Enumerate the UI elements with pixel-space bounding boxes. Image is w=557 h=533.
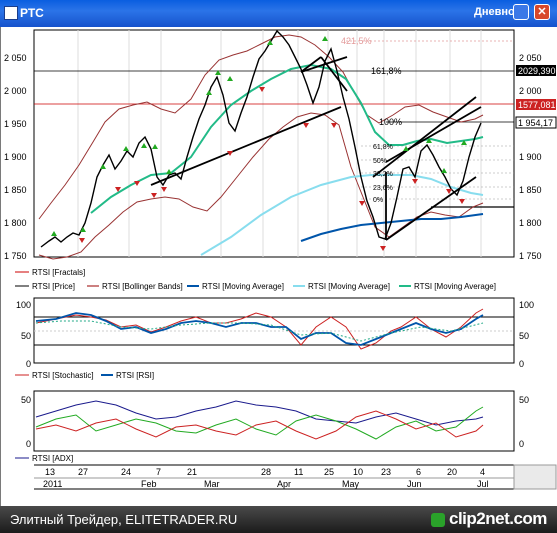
- adx-legend: RTSI [ADX]: [15, 454, 73, 463]
- legend-item: RTSI [Moving Average]: [202, 282, 284, 291]
- adx-panel: 50 0 50 0: [21, 390, 529, 452]
- y-tick: 50: [21, 331, 31, 341]
- x-tick-day: 28: [261, 467, 271, 477]
- y-tick-right: 1 800: [519, 218, 542, 228]
- y-tick: 1 900: [4, 152, 27, 162]
- x-axis: 13 27 24 7 21 28 11 25 10 23 6 20 4 2011…: [34, 464, 514, 490]
- x-tick-month: 2011: [43, 479, 62, 489]
- price-box-label: 1577,0813: [518, 100, 557, 110]
- y-tick: 0: [26, 359, 31, 369]
- x-tick-month: Apr: [277, 479, 291, 489]
- x-tick-month: Jun: [407, 479, 422, 489]
- y-tick-right: 1 900: [519, 152, 542, 162]
- window-title: РТС: [20, 6, 44, 20]
- price-panel: 421,5% 161,8% 100% 61,8% 50% 38,2% 23,6%…: [4, 29, 557, 261]
- legend-item: RTSI [ADX]: [32, 454, 73, 463]
- y-tick-right: 0: [519, 439, 524, 449]
- y-tick: 50: [21, 395, 31, 405]
- x-tick-day: 13: [45, 467, 55, 477]
- stochastic-legend: RTSI [Stochastic] RTSI [RSI]: [15, 371, 154, 380]
- window-titlebar: РТС Дневной ✕: [0, 0, 557, 27]
- fib-label: 0%: [373, 197, 383, 204]
- legend-item: RTSI [Moving Average]: [414, 282, 496, 291]
- y-tick-right: 50: [519, 331, 529, 341]
- chart-svg: 421,5% 161,8% 100% 61,8% 50% 38,2% 23,6%…: [4, 29, 557, 490]
- chart-area[interactable]: 421,5% 161,8% 100% 61,8% 50% 38,2% 23,6%…: [0, 27, 557, 506]
- legend-item: RTSI [Moving Average]: [308, 282, 390, 291]
- footer-text: Элитный Трейдер, ELITETRADER.RU: [10, 512, 238, 527]
- x-tick-day: 24: [121, 467, 131, 477]
- price-legend: RTSI [Fractals] RTSI [Price] RTSI [Bolli…: [15, 268, 496, 291]
- y-tick: 1 750: [4, 251, 27, 261]
- legend-item: RTSI [Price]: [32, 282, 75, 291]
- x-tick-day: 11: [294, 467, 303, 477]
- x-tick-month: May: [342, 479, 360, 489]
- x-tick-day: 23: [381, 467, 391, 477]
- app-icon: [4, 6, 18, 20]
- x-tick-month: Jul: [477, 479, 489, 489]
- x-tick-day: 20: [447, 467, 457, 477]
- clip2net-logo-icon: [431, 513, 445, 527]
- x-tick-day: 27: [78, 467, 88, 477]
- y-tick-right: 0: [519, 359, 524, 369]
- y-tick-right: 100: [519, 300, 534, 310]
- x-tick-month: Mar: [204, 479, 220, 489]
- horizontal-scrollbar[interactable]: [513, 464, 557, 490]
- fib-label: 161,8%: [371, 66, 402, 76]
- x-tick-day: 10: [353, 467, 363, 477]
- x-tick-month: Feb: [141, 479, 157, 489]
- y-tick-right: 1 850: [519, 185, 542, 195]
- fib-label: 61,8%: [373, 144, 393, 151]
- fib-label: 38,2%: [373, 171, 393, 178]
- legend-item: RTSI [RSI]: [116, 371, 154, 380]
- footer-bar: Элитный Трейдер, ELITETRADER.RU clip2net…: [0, 506, 557, 533]
- x-tick-day: 4: [480, 467, 485, 477]
- close-button[interactable]: ✕: [534, 4, 550, 20]
- minimize-button[interactable]: [513, 4, 529, 20]
- x-tick-day: 21: [187, 467, 197, 477]
- clip2net-logo: clip2net.com: [449, 509, 547, 528]
- y-tick-right: 50: [519, 395, 529, 405]
- y-tick: 1 850: [4, 185, 27, 195]
- fib-label: 50%: [373, 158, 387, 165]
- y-tick-right: 2 000: [519, 86, 542, 96]
- y-tick: 2 050: [4, 53, 27, 63]
- fib-label: 421,5%: [341, 36, 372, 46]
- x-tick-day: 25: [324, 467, 334, 477]
- x-tick-day: 6: [416, 467, 421, 477]
- y-tick: 2 000: [4, 86, 27, 96]
- price-box-label: 2029,3905: [518, 66, 557, 76]
- legend-item: RTSI [Fractals]: [32, 268, 85, 277]
- stochastic-panel: 100 50 0 100 50 0: [16, 297, 534, 369]
- legend-item: RTSI [Stochastic]: [32, 371, 94, 380]
- fib-label: 23,6%: [373, 185, 393, 192]
- fib-label: 100%: [379, 117, 402, 127]
- y-tick-right: 2 050: [519, 53, 542, 63]
- y-tick: 100: [16, 300, 31, 310]
- y-tick: 0: [26, 439, 31, 449]
- x-tick-day: 7: [156, 467, 161, 477]
- y-tick: 1 800: [4, 218, 27, 228]
- legend-item: RTSI [Bollinger Bands]: [102, 282, 183, 291]
- price-box-label: 1 954,17: [518, 118, 553, 128]
- y-tick-right: 1 750: [519, 251, 542, 261]
- y-tick: 1 950: [4, 119, 27, 129]
